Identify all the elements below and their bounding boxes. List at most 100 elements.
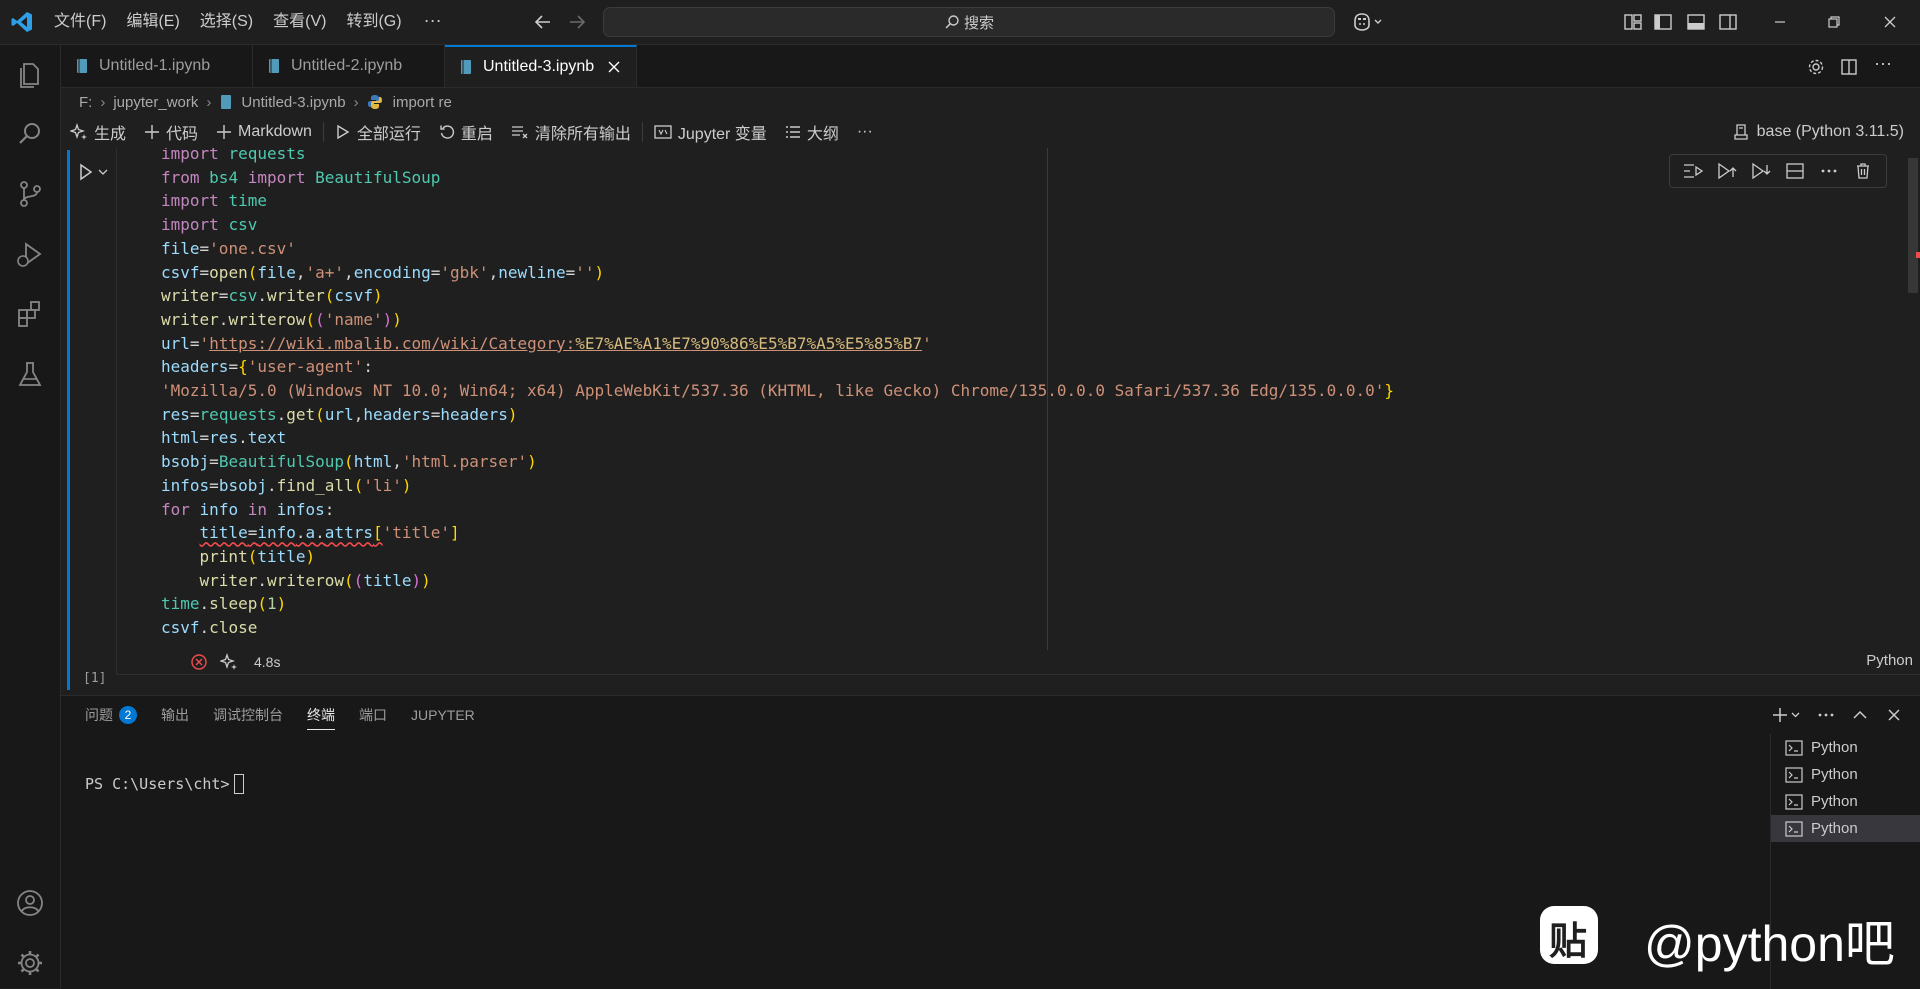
tab-untitled-2[interactable]: Untitled-2.ipynb xyxy=(253,45,445,87)
run-all-button[interactable]: 全部运行 xyxy=(326,117,430,147)
run-all-icon xyxy=(337,124,350,140)
toggle-secondary-sidebar-icon[interactable] xyxy=(1716,10,1740,34)
close-window-icon[interactable] xyxy=(1878,10,1902,34)
search-view-icon[interactable] xyxy=(12,116,48,152)
problems-badge: 2 xyxy=(119,706,137,724)
run-and-debug-icon[interactable] xyxy=(12,236,48,272)
tab-untitled-3[interactable]: Untitled-3.ipynb xyxy=(445,45,637,87)
add-code-cell-button[interactable]: 代码 xyxy=(135,117,207,147)
menu-more-icon[interactable]: ··· xyxy=(412,0,454,44)
panel-more-icon[interactable] xyxy=(1816,705,1836,725)
copilot-icon[interactable] xyxy=(1350,10,1386,34)
notebook-file-icon xyxy=(269,59,279,73)
clear-all-outputs-button[interactable]: 清除所有输出 xyxy=(502,117,640,147)
breadcrumb-drive[interactable]: F: xyxy=(79,94,92,111)
source-control-icon[interactable] xyxy=(12,176,48,212)
terminal-instance-4[interactable]: Python xyxy=(1771,815,1920,842)
chevron-right-icon: › xyxy=(206,93,212,111)
notebook-settings-gear-icon[interactable] xyxy=(1806,57,1826,77)
new-terminal-plus-icon[interactable] xyxy=(1772,705,1802,725)
command-center-search[interactable]: 搜索 xyxy=(603,7,1335,37)
restore-icon[interactable] xyxy=(1822,10,1846,34)
run-below-icon[interactable] xyxy=(1750,161,1772,181)
cell-more-icon[interactable] xyxy=(1818,161,1840,181)
menu-selection[interactable]: 选择(S) xyxy=(190,0,263,44)
menu-bar: 文件(F) 编辑(E) 选择(S) 查看(V) 转到(G) ··· xyxy=(44,0,454,44)
testing-icon[interactable] xyxy=(12,356,48,392)
run-above-icon[interactable] xyxy=(1716,161,1738,181)
restart-kernel-button[interactable]: 重启 xyxy=(430,117,502,147)
breadcrumb-file[interactable]: Untitled-3.ipynb xyxy=(241,94,345,111)
jupyter-variables-button[interactable]: Jupyter 变量 xyxy=(645,117,776,147)
panel-tab-terminal[interactable]: 终端 xyxy=(307,696,335,734)
breadcrumb: F: › jupyter_work › Untitled-3.ipynb › i… xyxy=(61,88,452,116)
execution-duration: 4.8s xyxy=(254,654,281,670)
accounts-icon[interactable] xyxy=(12,885,48,921)
menu-edit[interactable]: 编辑(E) xyxy=(116,0,189,44)
add-markdown-cell-button[interactable]: Markdown xyxy=(207,117,321,147)
cell-language[interactable]: Python xyxy=(1866,652,1913,669)
kernel-picker[interactable]: base (Python 3.11.5) xyxy=(1733,117,1904,147)
toolbar-divider xyxy=(322,122,324,142)
notebook-toolbar: 生成 代码 Markdown 全部运行 重启 清除所有输出 Jupyter 变量… xyxy=(61,117,1920,147)
variables-icon xyxy=(654,125,672,139)
breadcrumb-folder[interactable]: jupyter_work xyxy=(113,94,198,111)
toggle-primary-sidebar-icon[interactable] xyxy=(1651,10,1675,34)
toolbar-more-icon[interactable]: ··· xyxy=(848,117,882,147)
editor-scrollbar[interactable] xyxy=(1908,158,1918,293)
panel-tab-ports[interactable]: 端口 xyxy=(359,696,387,734)
panel-tab-jupyter[interactable]: JUPYTER xyxy=(411,696,475,734)
maximize-panel-chevron-up-icon[interactable] xyxy=(1850,705,1870,725)
terminal-output[interactable]: PS C:\Users\cht> xyxy=(85,774,244,794)
bottom-panel: 问题 2 输出 调试控制台 终端 端口 JUPYTER PS C:\Users\c… xyxy=(61,695,1920,989)
close-tab-icon[interactable] xyxy=(606,59,622,75)
code-content[interactable]: import requests from bs4 import Beautifu… xyxy=(161,148,1394,640)
delete-cell-trash-icon[interactable] xyxy=(1852,161,1874,181)
execute-cell-button[interactable] xyxy=(77,160,117,184)
back-arrow-icon[interactable] xyxy=(531,10,555,34)
manage-gear-icon[interactable] xyxy=(12,945,48,981)
panel-tab-output[interactable]: 输出 xyxy=(161,696,189,734)
explorer-icon[interactable] xyxy=(12,56,48,92)
menu-view[interactable]: 查看(V) xyxy=(263,0,336,44)
search-label: 搜索 xyxy=(963,14,994,32)
tab-untitled-1[interactable]: Untitled-1.ipynb xyxy=(61,45,253,87)
execution-count: [1] xyxy=(83,671,107,686)
code-editor[interactable]: import requests from bs4 import Beautifu… xyxy=(116,148,1920,675)
panel-tabs: 问题 2 输出 调试控制台 终端 端口 JUPYTER xyxy=(85,696,499,734)
more-actions-icon[interactable]: ··· xyxy=(1874,53,1892,74)
terminal-icon xyxy=(1785,793,1803,810)
terminal-instance-1[interactable]: Python xyxy=(1771,734,1920,761)
outline-button[interactable]: 大纲 xyxy=(776,117,848,147)
panel-tab-problems[interactable]: 问题 2 xyxy=(85,696,137,734)
terminal-icon xyxy=(1785,739,1803,756)
forward-arrow-icon[interactable] xyxy=(565,10,589,34)
terminal-icon xyxy=(1785,820,1803,837)
execute-above-icon[interactable] xyxy=(1682,161,1704,181)
minimize-icon[interactable] xyxy=(1768,10,1792,34)
sparkle-icon[interactable] xyxy=(220,653,238,671)
menu-file[interactable]: 文件(F) xyxy=(44,0,116,44)
tieba-logo-glyph: 贴 xyxy=(1549,921,1588,963)
customize-layout-icon[interactable] xyxy=(1621,10,1645,34)
panel-tab-debug-console[interactable]: 调试控制台 xyxy=(213,696,283,734)
toggle-panel-icon[interactable] xyxy=(1684,10,1708,34)
activity-bar xyxy=(0,45,61,988)
split-editor-icon[interactable] xyxy=(1839,57,1859,77)
generate-button[interactable]: 生成 xyxy=(61,117,135,147)
close-panel-icon[interactable] xyxy=(1884,705,1904,725)
terminal-cursor xyxy=(233,774,244,794)
plus-icon xyxy=(145,125,160,139)
menu-go[interactable]: 转到(G) xyxy=(336,0,411,44)
tab-label: Untitled-1.ipynb xyxy=(99,57,211,74)
vscode-logo-icon xyxy=(11,12,32,32)
plus-icon xyxy=(217,125,232,139)
terminal-instance-3[interactable]: Python xyxy=(1771,788,1920,815)
cell-toolbar xyxy=(1669,154,1887,188)
breadcrumb-symbol[interactable]: import re xyxy=(393,94,452,111)
terminal-instance-2[interactable]: Python xyxy=(1771,761,1920,788)
tab-label: Untitled-2.ipynb xyxy=(291,57,403,74)
split-cell-icon[interactable] xyxy=(1784,161,1806,181)
extensions-icon[interactable] xyxy=(12,296,48,332)
sparkle-icon xyxy=(70,123,87,140)
